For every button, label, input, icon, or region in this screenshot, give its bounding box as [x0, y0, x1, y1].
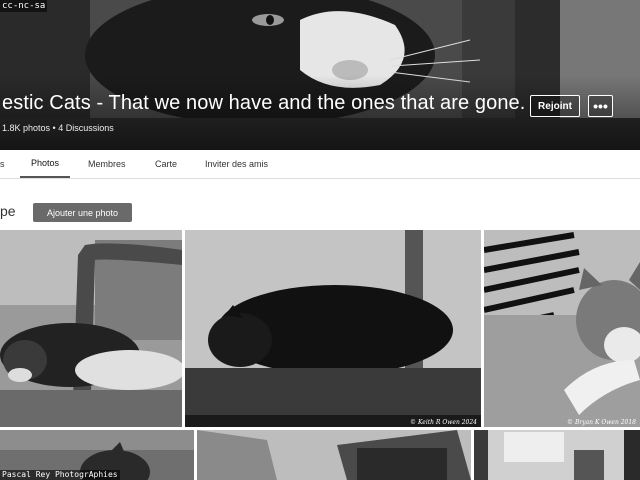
- photo-tile[interactable]: [474, 430, 640, 480]
- more-options-button[interactable]: •••: [588, 95, 613, 117]
- group-stats[interactable]: 1.8K photos • 4 Discussions: [2, 123, 114, 133]
- group-tab-bar: s Photos Membres Carte Inviter des amis: [0, 150, 640, 179]
- photo-credit: © Bryan K Owen 2018: [567, 419, 636, 426]
- tab-discussions[interactable]: s: [0, 150, 5, 178]
- photographer-watermark: Pascal Rey PhotogrAphies: [0, 470, 120, 480]
- group-title: estic Cats - That we now have and the on…: [2, 92, 526, 114]
- cat-on-chair-photo: [0, 230, 182, 427]
- photo-tile[interactable]: [197, 430, 471, 480]
- cat-in-room-photo: [474, 430, 640, 480]
- tab-members[interactable]: Membres: [88, 150, 126, 178]
- add-photo-button[interactable]: Ajouter une photo: [33, 203, 132, 222]
- cat-with-laptop-photo: [197, 430, 471, 480]
- photo-credit: © Keith R Owen 2024: [410, 419, 477, 426]
- tab-invite-friends[interactable]: Inviter des amis: [205, 150, 268, 178]
- tab-photos[interactable]: Photos: [20, 150, 71, 178]
- photo-tile[interactable]: [0, 230, 182, 427]
- license-label: cc-nc-sa: [0, 0, 48, 12]
- striped-blanket-cat-photo: [484, 230, 640, 427]
- photo-tile[interactable]: © Bryan K Owen 2018: [484, 230, 640, 427]
- section-title: pe: [0, 203, 16, 219]
- tab-map[interactable]: Carte: [155, 150, 177, 178]
- joined-button[interactable]: Rejoint: [530, 95, 580, 117]
- more-dots-icon: •••: [593, 98, 608, 114]
- sleeping-black-cat-photo: [185, 230, 481, 427]
- photo-tile[interactable]: © Keith R Owen 2024: [185, 230, 481, 427]
